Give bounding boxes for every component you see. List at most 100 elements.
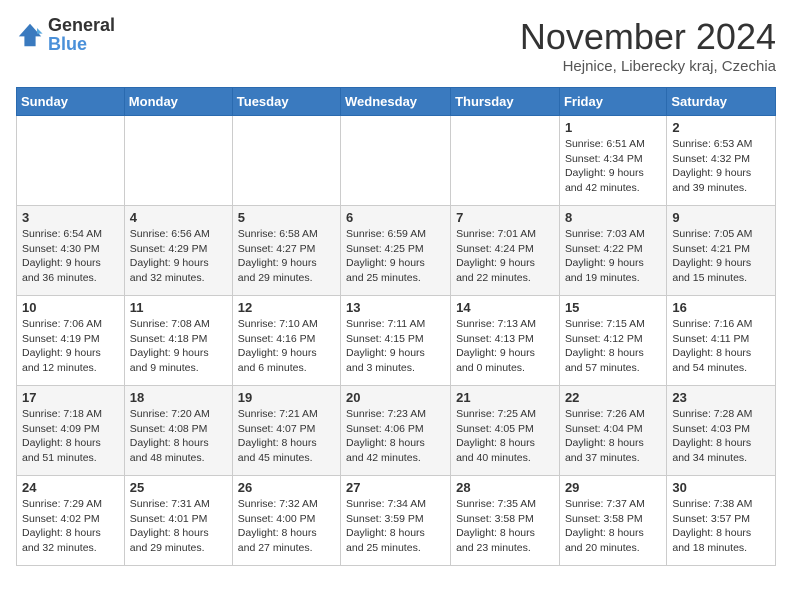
weekday-header-thursday: Thursday [451,88,560,116]
day-info: Sunrise: 6:58 AM Sunset: 4:27 PM Dayligh… [238,227,335,286]
day-info: Sunrise: 7:13 AM Sunset: 4:13 PM Dayligh… [456,317,554,376]
calendar-cell: 11 Sunrise: 7:08 AM Sunset: 4:18 PM Dayli… [124,296,232,386]
calendar-cell [341,116,451,206]
calendar-week-row: 1 Sunrise: 6:51 AM Sunset: 4:34 PM Daylig… [17,116,776,206]
calendar-cell: 8Sunrise: 7:03 AM Sunset: 4:22 PM Daylig… [559,206,666,296]
day-info: Sunrise: 7:38 AM Sunset: 3:57 PM Dayligh… [672,497,770,556]
day-number: 25 [130,480,227,495]
weekday-header-tuesday: Tuesday [232,88,340,116]
day-number: 11 [130,300,227,315]
calendar-cell: 28 Sunrise: 7:35 AM Sunset: 3:58 PM Dayli… [451,476,560,566]
day-info: Sunrise: 7:08 AM Sunset: 4:18 PM Dayligh… [130,317,227,376]
day-number: 26 [238,480,335,495]
day-info: Sunrise: 6:59 AM Sunset: 4:25 PM Dayligh… [346,227,445,286]
day-number: 10 [22,300,119,315]
day-info: Sunrise: 7:31 AM Sunset: 4:01 PM Dayligh… [130,497,227,556]
day-info: Sunrise: 7:16 AM Sunset: 4:11 PM Dayligh… [672,317,770,376]
calendar-cell: 10 Sunrise: 7:06 AM Sunset: 4:19 PM Dayli… [17,296,125,386]
weekday-header-saturday: Saturday [667,88,776,116]
day-number: 15 [565,300,661,315]
day-number: 18 [130,390,227,405]
calendar-cell: 20 Sunrise: 7:23 AM Sunset: 4:06 PM Dayli… [341,386,451,476]
logo-text-blue: Blue [48,34,87,54]
day-info: Sunrise: 7:05 AM Sunset: 4:21 PM Dayligh… [672,227,770,286]
day-number: 12 [238,300,335,315]
calendar-cell: 16 Sunrise: 7:16 AM Sunset: 4:11 PM Dayli… [667,296,776,386]
calendar-cell: 30 Sunrise: 7:38 AM Sunset: 3:57 PM Dayli… [667,476,776,566]
day-number: 30 [672,480,770,495]
calendar-cell: 12 Sunrise: 7:10 AM Sunset: 4:16 PM Dayli… [232,296,340,386]
calendar-week-row: 17Sunrise: 7:18 AM Sunset: 4:09 PM Dayli… [17,386,776,476]
day-number: 13 [346,300,445,315]
calendar-week-row: 24 Sunrise: 7:29 AM Sunset: 4:02 PM Dayli… [17,476,776,566]
calendar-cell [232,116,340,206]
day-number: 9 [672,210,770,225]
day-number: 17 [22,390,119,405]
calendar-cell: 29Sunrise: 7:37 AM Sunset: 3:58 PM Dayli… [559,476,666,566]
calendar-cell: 1 Sunrise: 6:51 AM Sunset: 4:34 PM Daylig… [559,116,666,206]
day-number: 8 [565,210,661,225]
weekday-header-monday: Monday [124,88,232,116]
day-info: Sunrise: 7:21 AM Sunset: 4:07 PM Dayligh… [238,407,335,466]
calendar-cell: 22 Sunrise: 7:26 AM Sunset: 4:04 PM Dayli… [559,386,666,476]
calendar-cell [451,116,560,206]
day-info: Sunrise: 7:35 AM Sunset: 3:58 PM Dayligh… [456,497,554,556]
day-number: 5 [238,210,335,225]
calendar-cell: 21Sunrise: 7:25 AM Sunset: 4:05 PM Dayli… [451,386,560,476]
day-number: 22 [565,390,661,405]
calendar-cell [17,116,125,206]
calendar-cell: 17Sunrise: 7:18 AM Sunset: 4:09 PM Dayli… [17,386,125,476]
day-info: Sunrise: 7:29 AM Sunset: 4:02 PM Dayligh… [22,497,119,556]
weekday-header-sunday: Sunday [17,88,125,116]
calendar-cell: 7 Sunrise: 7:01 AM Sunset: 4:24 PM Daylig… [451,206,560,296]
day-number: 20 [346,390,445,405]
calendar-cell [124,116,232,206]
calendar-cell: 2 Sunrise: 6:53 AM Sunset: 4:32 PM Daylig… [667,116,776,206]
calendar-cell: 24 Sunrise: 7:29 AM Sunset: 4:02 PM Dayli… [17,476,125,566]
day-info: Sunrise: 7:26 AM Sunset: 4:04 PM Dayligh… [565,407,661,466]
day-number: 2 [672,120,770,135]
month-title: November 2024 [520,16,776,58]
day-info: Sunrise: 7:01 AM Sunset: 4:24 PM Dayligh… [456,227,554,286]
day-info: Sunrise: 6:51 AM Sunset: 4:34 PM Dayligh… [565,137,661,196]
title-area: November 2024 Hejnice, Liberecky kraj, C… [520,16,776,75]
logo-text-general: General [48,15,115,35]
calendar-header-row: SundayMondayTuesdayWednesdayThursdayFrid… [17,88,776,116]
day-info: Sunrise: 7:06 AM Sunset: 4:19 PM Dayligh… [22,317,119,376]
calendar: SundayMondayTuesdayWednesdayThursdayFrid… [16,87,776,566]
day-info: Sunrise: 6:53 AM Sunset: 4:32 PM Dayligh… [672,137,770,196]
day-number: 21 [456,390,554,405]
calendar-cell: 19 Sunrise: 7:21 AM Sunset: 4:07 PM Dayli… [232,386,340,476]
calendar-cell: 26 Sunrise: 7:32 AM Sunset: 4:00 PM Dayli… [232,476,340,566]
day-number: 23 [672,390,770,405]
day-info: Sunrise: 7:20 AM Sunset: 4:08 PM Dayligh… [130,407,227,466]
day-info: Sunrise: 6:54 AM Sunset: 4:30 PM Dayligh… [22,227,119,286]
weekday-header-wednesday: Wednesday [341,88,451,116]
day-info: Sunrise: 7:10 AM Sunset: 4:16 PM Dayligh… [238,317,335,376]
day-number: 19 [238,390,335,405]
day-number: 4 [130,210,227,225]
calendar-cell: 14Sunrise: 7:13 AM Sunset: 4:13 PM Dayli… [451,296,560,386]
day-number: 28 [456,480,554,495]
calendar-cell: 27 Sunrise: 7:34 AM Sunset: 3:59 PM Dayli… [341,476,451,566]
logo: General Blue [16,16,115,54]
day-info: Sunrise: 7:11 AM Sunset: 4:15 PM Dayligh… [346,317,445,376]
day-info: Sunrise: 6:56 AM Sunset: 4:29 PM Dayligh… [130,227,227,286]
calendar-cell: 13 Sunrise: 7:11 AM Sunset: 4:15 PM Dayli… [341,296,451,386]
day-number: 3 [22,210,119,225]
day-info: Sunrise: 7:23 AM Sunset: 4:06 PM Dayligh… [346,407,445,466]
day-info: Sunrise: 7:34 AM Sunset: 3:59 PM Dayligh… [346,497,445,556]
day-number: 16 [672,300,770,315]
calendar-cell: 23 Sunrise: 7:28 AM Sunset: 4:03 PM Dayli… [667,386,776,476]
weekday-header-friday: Friday [559,88,666,116]
day-number: 24 [22,480,119,495]
day-info: Sunrise: 7:32 AM Sunset: 4:00 PM Dayligh… [238,497,335,556]
day-info: Sunrise: 7:37 AM Sunset: 3:58 PM Dayligh… [565,497,661,556]
day-number: 1 [565,120,661,135]
day-number: 27 [346,480,445,495]
day-info: Sunrise: 7:28 AM Sunset: 4:03 PM Dayligh… [672,407,770,466]
calendar-cell: 3 Sunrise: 6:54 AM Sunset: 4:30 PM Daylig… [17,206,125,296]
calendar-cell: 15Sunrise: 7:15 AM Sunset: 4:12 PM Dayli… [559,296,666,386]
calendar-cell: 9 Sunrise: 7:05 AM Sunset: 4:21 PM Daylig… [667,206,776,296]
day-number: 7 [456,210,554,225]
